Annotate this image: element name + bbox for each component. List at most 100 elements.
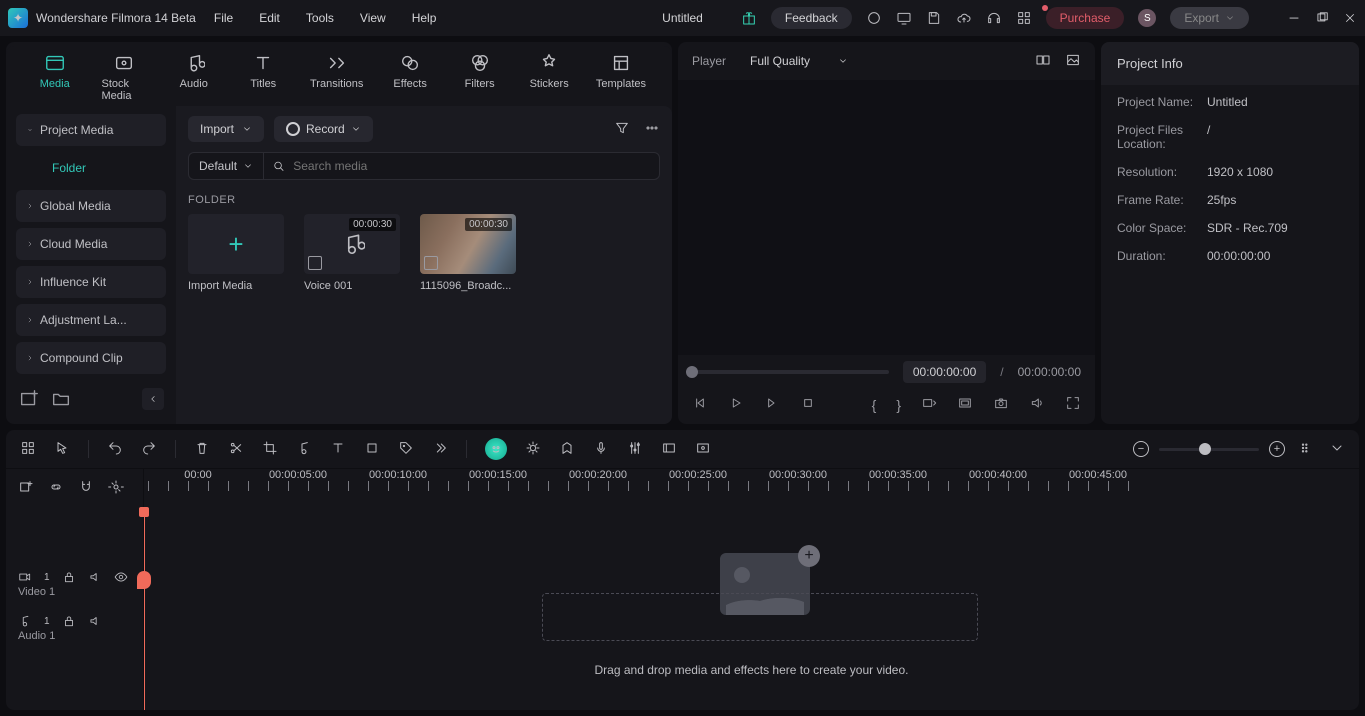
zoom-in-button[interactable]: +: [1269, 441, 1285, 457]
play-button[interactable]: [728, 395, 744, 414]
sidenav-folder[interactable]: Folder: [16, 152, 166, 184]
purchase-button[interactable]: Purchase: [1046, 7, 1125, 29]
more-icon[interactable]: [644, 120, 660, 139]
mark-out-button[interactable]: }: [896, 397, 901, 413]
timeline-layout-icon[interactable]: [20, 440, 36, 459]
stop-button[interactable]: [800, 395, 816, 414]
snapshot-icon[interactable]: [993, 395, 1009, 414]
image-icon[interactable]: [1065, 52, 1081, 71]
tab-effects[interactable]: Effects: [387, 52, 433, 106]
link-tracks-icon[interactable]: [48, 479, 64, 498]
tab-media[interactable]: Media: [32, 52, 78, 106]
player-quality-dropdown[interactable]: Full Quality: [744, 50, 854, 72]
new-folder-icon[interactable]: [50, 388, 72, 410]
keyframe-panel-icon[interactable]: [661, 440, 677, 459]
timeline-options-icon[interactable]: [1329, 440, 1345, 459]
filter-icon[interactable]: [614, 120, 630, 139]
text-tool-icon[interactable]: [330, 440, 346, 459]
zoom-slider[interactable]: [1159, 448, 1259, 451]
split-button[interactable]: [228, 440, 244, 459]
lock-icon[interactable]: [62, 614, 76, 628]
menu-file[interactable]: File: [214, 11, 233, 25]
auto-ripple-icon[interactable]: [108, 479, 124, 498]
window-close-button[interactable]: [1343, 11, 1357, 25]
delete-button[interactable]: [194, 440, 210, 459]
tab-audio[interactable]: Audio: [171, 52, 217, 106]
search-field[interactable]: [263, 152, 660, 180]
account-avatar[interactable]: S: [1138, 9, 1156, 27]
audio-track-header[interactable]: 1 Audio 1: [6, 610, 143, 654]
lock-icon[interactable]: [62, 570, 76, 584]
cloud-icon[interactable]: [956, 10, 972, 26]
undo-button[interactable]: [107, 440, 123, 459]
add-clip-icon[interactable]: +: [798, 545, 820, 567]
tag-icon[interactable]: [398, 440, 414, 459]
video-track-header[interactable]: 1 Video 1: [6, 566, 143, 610]
magnet-icon[interactable]: [78, 479, 94, 498]
search-input[interactable]: [293, 159, 651, 173]
sidenav-global-media[interactable]: Global Media: [16, 190, 166, 222]
gift-icon[interactable]: [741, 10, 757, 26]
media-item-video[interactable]: 00:00:30 1115096_Broadc...: [420, 214, 516, 292]
monitor-icon[interactable]: [896, 10, 912, 26]
timeline-dropzone[interactable]: [542, 593, 978, 641]
sidenav-project-media[interactable]: Project Media: [16, 114, 166, 146]
new-bin-icon[interactable]: [18, 388, 40, 410]
tab-titles[interactable]: Titles: [241, 52, 287, 106]
import-dropdown[interactable]: Import: [188, 116, 264, 142]
feedback-button[interactable]: Feedback: [771, 7, 852, 29]
speed-button[interactable]: [296, 440, 312, 459]
tab-stickers[interactable]: Stickers: [526, 52, 572, 106]
audio-mixer-icon[interactable]: [627, 440, 643, 459]
tab-transitions[interactable]: Transitions: [310, 52, 363, 106]
ai-assistant-button[interactable]: [485, 438, 507, 460]
color-icon[interactable]: [525, 440, 541, 459]
visibility-icon[interactable]: [114, 570, 128, 584]
window-maximize-button[interactable]: [1315, 11, 1329, 25]
render-icon[interactable]: [695, 440, 711, 459]
sidenav-compound-clip[interactable]: Compound Clip: [16, 342, 166, 374]
timeline-view-icon[interactable]: [1299, 440, 1315, 459]
menu-tools[interactable]: Tools: [306, 11, 334, 25]
sidenav-cloud-media[interactable]: Cloud Media: [16, 228, 166, 260]
record-dropdown[interactable]: Record: [274, 116, 373, 142]
export-button[interactable]: Export: [1170, 7, 1249, 29]
mute-icon[interactable]: [88, 614, 102, 628]
transform-icon[interactable]: [364, 440, 380, 459]
timeline-ruler[interactable]: 00:00 00:00:05:00 00:00:10:00 00:00:15:0…: [144, 469, 1359, 505]
volume-icon[interactable]: [1029, 395, 1045, 414]
tab-templates[interactable]: Templates: [596, 52, 646, 106]
safe-zone-icon[interactable]: [957, 395, 973, 414]
menu-edit[interactable]: Edit: [259, 11, 280, 25]
apps-icon[interactable]: [1016, 10, 1032, 26]
menu-view[interactable]: View: [360, 11, 386, 25]
player-seekbar[interactable]: [692, 370, 889, 374]
sidenav-adjustment-layer[interactable]: Adjustment La...: [16, 304, 166, 336]
tab-stock-media[interactable]: Stock Media: [102, 52, 148, 106]
headset-icon[interactable]: [986, 10, 1002, 26]
aspect-dropdown[interactable]: [921, 395, 937, 414]
save-icon[interactable]: [926, 10, 942, 26]
marker-icon[interactable]: [559, 440, 575, 459]
zoom-out-button[interactable]: −: [1133, 441, 1149, 457]
import-media-tile[interactable]: + Import Media: [188, 214, 284, 292]
add-track-icon[interactable]: [18, 479, 34, 498]
fullscreen-icon[interactable]: [1065, 395, 1081, 414]
select-tool-icon[interactable]: [54, 440, 70, 459]
mute-icon[interactable]: [88, 570, 102, 584]
tab-filters[interactable]: Filters: [457, 52, 503, 106]
crop-button[interactable]: [262, 440, 278, 459]
voiceover-icon[interactable]: [593, 440, 609, 459]
next-frame-button[interactable]: [764, 395, 780, 414]
sidenav-influence-kit[interactable]: Influence Kit: [16, 266, 166, 298]
record-status-icon[interactable]: [866, 10, 882, 26]
prev-frame-button[interactable]: [692, 395, 708, 414]
menu-help[interactable]: Help: [412, 11, 437, 25]
player-viewport[interactable]: [678, 80, 1095, 355]
more-tools-icon[interactable]: [432, 440, 448, 459]
collapse-sidenav-button[interactable]: [142, 388, 164, 410]
window-minimize-button[interactable]: [1287, 11, 1301, 25]
mark-in-button[interactable]: {: [872, 397, 877, 413]
redo-button[interactable]: [141, 440, 157, 459]
timeline-tracks-area[interactable]: 00:00 00:00:05:00 00:00:10:00 00:00:15:0…: [144, 469, 1359, 710]
